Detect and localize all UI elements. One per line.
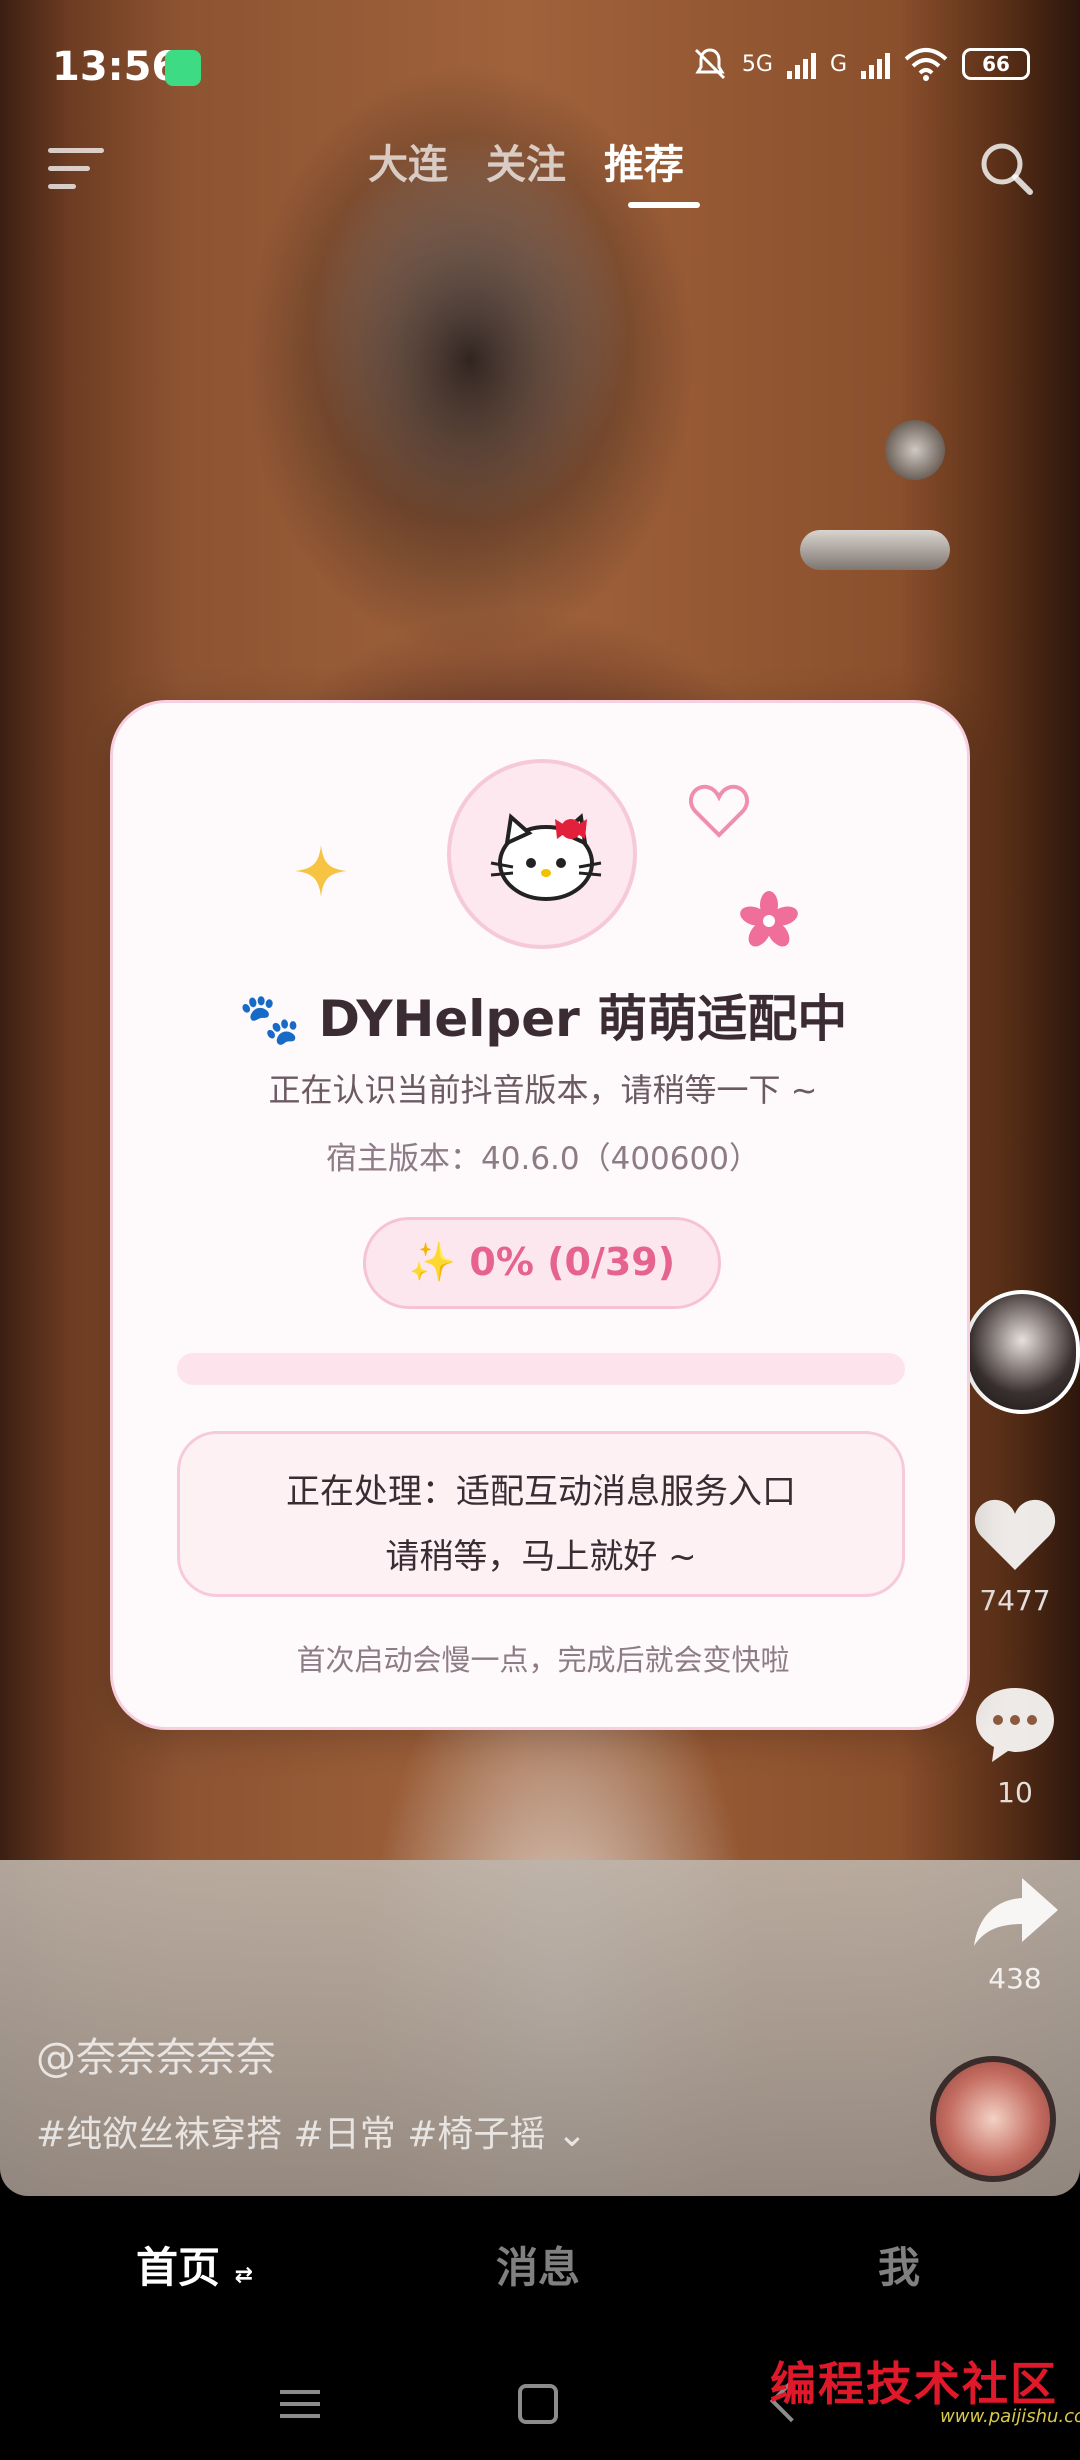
bottom-tab-messages[interactable]: 消息 <box>496 2234 580 2295</box>
tab-dalian[interactable]: 大连 <box>368 132 448 190</box>
comment-icon <box>976 1688 1054 1762</box>
sparkle-icon <box>295 845 347 897</box>
share-icon <box>974 1878 1058 1946</box>
bottom-tab-me[interactable]: 我 <box>878 2234 920 2295</box>
recent-apps-icon[interactable] <box>280 2386 320 2422</box>
heart-icon <box>974 1499 1056 1570</box>
heart-outline-icon <box>689 784 749 838</box>
watermark: 编程技术社区 www.paijishu.com <box>770 2348 1080 2427</box>
menu-icon[interactable] <box>48 140 104 196</box>
signal-strength-icon-2 <box>861 49 890 79</box>
kitty-icon <box>490 813 602 901</box>
dialog-title: 🐾 DYHelper 萌萌适配中 <box>238 990 848 1048</box>
comment-button[interactable]: 10 <box>950 1684 1080 1809</box>
muted-bell-icon <box>694 48 725 80</box>
progress-bar <box>177 1353 905 1385</box>
search-icon[interactable] <box>976 138 1036 198</box>
home-icon[interactable] <box>518 2384 558 2424</box>
watermark-url: www.paijishu.com <box>940 2406 1080 2427</box>
signal-g-label: G <box>829 51 847 77</box>
processing-line-2: 请稍等，马上就好 ~ <box>385 1537 697 1577</box>
progress-pill: ✨ 0% (0/39) <box>363 1217 721 1309</box>
door-lock <box>885 420 945 480</box>
door-handle <box>800 530 950 570</box>
host-version: 宿主版本：40.6.0（400600） <box>326 1141 760 1177</box>
share-button[interactable]: 438 <box>950 1874 1080 1995</box>
video-caption: @奈奈奈奈奈 #纯欲丝袜穿搭 #日常 #椅子摇 ⌄ <box>36 2025 587 2157</box>
share-count: 438 <box>988 1962 1042 1995</box>
music-disc[interactable] <box>930 2056 1056 2182</box>
battery-indicator: 66 <box>962 48 1030 80</box>
signal-5g-label: 5G <box>741 51 773 77</box>
top-nav: 大连 关注 推荐 <box>0 130 1080 230</box>
adaptation-dialog: 🐾 DYHelper 萌萌适配中 正在认识当前抖音版本，请稍等一下 ~ 宿主版本… <box>110 700 970 1730</box>
processing-line-1: 正在处理：适配互动消息服务入口 <box>286 1472 796 1512</box>
status-icons: 5G G 66 <box>692 46 1030 82</box>
bottom-tab-home[interactable]: 首页 ⇄ <box>136 2234 253 2295</box>
dialog-footnote: 首次启动会慢一点，完成后就会变快啦 <box>296 1643 790 1677</box>
dialog-subtitle: 正在认识当前抖音版本，请稍等一下 ~ <box>268 1071 818 1109</box>
expand-caption-icon[interactable]: ⌄ <box>557 2114 587 2155</box>
signal-strength-icon <box>786 49 816 79</box>
status-bar: 13:56 5G G 66 <box>0 0 1080 130</box>
android-notification-icon <box>165 50 201 86</box>
caption-tags: #纯欲丝袜穿搭 #日常 #椅子摇 ⌄ <box>36 2105 587 2157</box>
switch-feed-icon: ⇄ <box>234 2263 254 2288</box>
active-tab-indicator <box>628 202 700 208</box>
status-time: 13:56 <box>52 44 180 90</box>
caption-author[interactable]: @奈奈奈奈奈 <box>36 2025 587 2083</box>
bottom-tab-bar: 首页 ⇄ 消息 我 <box>0 2196 1080 2326</box>
nav-tabs: 大连 关注 推荐 <box>368 132 684 190</box>
watermark-text: 编程技术社区 <box>770 2357 1058 2411</box>
mascot-avatar <box>447 759 637 949</box>
processing-status-box: 正在处理：适配互动消息服务入口 请稍等，马上就好 ~ <box>177 1431 905 1597</box>
author-avatar[interactable] <box>964 1290 1080 1414</box>
comment-count: 10 <box>997 1776 1033 1809</box>
hashtag-list[interactable]: #纯欲丝袜穿搭 #日常 #椅子摇 <box>36 2114 545 2155</box>
tab-recommended[interactable]: 推荐 <box>604 132 684 190</box>
wifi-icon <box>904 48 948 81</box>
sakura-icon <box>740 891 798 947</box>
tab-following[interactable]: 关注 <box>486 132 566 190</box>
bottom-tab-home-label: 首页 <box>136 2243 221 2292</box>
